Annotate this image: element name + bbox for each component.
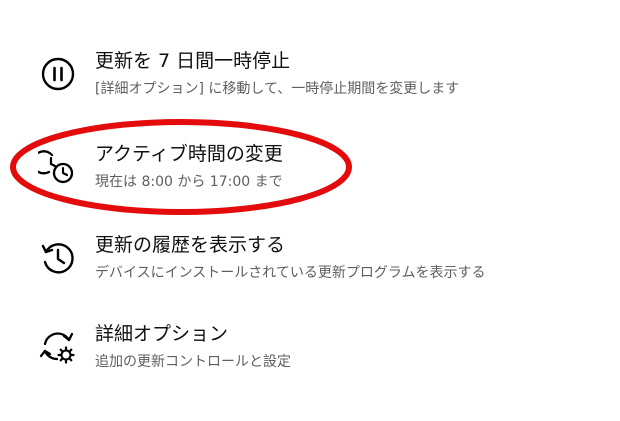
pause-updates-option[interactable]: 更新を 7 日間一時停止 [詳細オプション] に移動して、一時停止期間を変更しま… [38,48,608,112]
change-active-hours-option[interactable]: アクティブ時間の変更 現在は 8:00 から 17:00 まで [38,141,608,205]
advanced-options-subtitle: 追加の更新コントロールと設定 [95,354,291,370]
pause-updates-title: 更新を 7 日間一時停止 [95,50,291,72]
view-update-history-title: 更新の履歴を表示する [95,234,286,256]
windows-update-options-page: 更新を 7 日間一時停止 [詳細オプション] に移動して、一時停止期間を変更しま… [0,0,620,421]
advanced-options-option[interactable]: 詳細オプション 追加の更新コントロールと設定 [38,321,608,385]
pause-icon [38,54,78,94]
pause-updates-subtitle: [詳細オプション] に移動して、一時停止期間を変更します [95,81,460,97]
sync-gear-icon [38,327,78,367]
change-active-hours-title: アクティブ時間の変更 [95,143,283,165]
active-hours-current-value: 現在は 8:00 から 17:00 まで [95,174,283,190]
active-hours-clock-icon [38,147,78,187]
advanced-options-title: 詳細オプション [95,323,229,345]
view-update-history-subtitle: デバイスにインストールされている更新プログラムを表示する [95,265,486,281]
view-update-history-option[interactable]: 更新の履歴を表示する デバイスにインストールされている更新プログラムを表示する [38,232,608,296]
history-icon [38,238,78,278]
